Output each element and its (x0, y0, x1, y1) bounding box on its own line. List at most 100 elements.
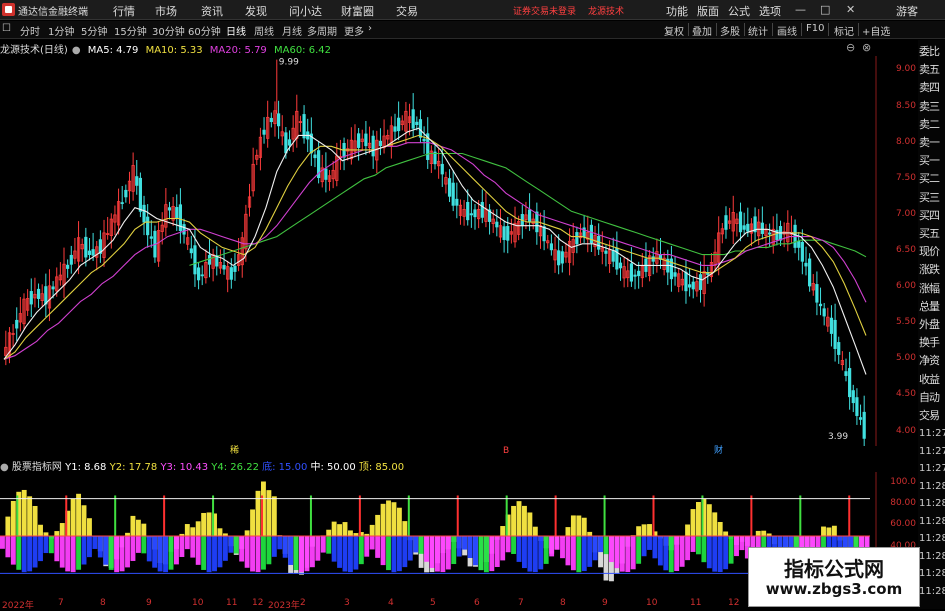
period-30min[interactable]: 30分钟 (152, 23, 185, 38)
y2-bar (832, 526, 837, 536)
y3-bar (76, 536, 81, 570)
y3-bar (92, 536, 97, 549)
finance-marker[interactable]: 财 (714, 443, 723, 456)
y3-bar (381, 536, 386, 565)
y2-bar (386, 500, 391, 536)
period-60min[interactable]: 60分钟 (188, 23, 221, 38)
chevron-right-icon[interactable]: › (368, 23, 372, 34)
mark-button[interactable]: 标记 (834, 23, 854, 38)
y3-bar (680, 536, 685, 567)
formula-button[interactable]: 公式 (728, 3, 750, 19)
y3-bar (701, 536, 706, 562)
y3-bar (370, 536, 375, 549)
y2-bar (402, 521, 407, 536)
y3-bar (125, 536, 130, 567)
candle-body (45, 287, 47, 304)
period-5min[interactable]: 5分钟 (81, 23, 107, 38)
y2-bar (647, 524, 652, 536)
candle-body (634, 275, 636, 276)
zoom-out-icon[interactable]: ⊖ (846, 41, 855, 54)
candle-body (139, 178, 141, 211)
period-monthly[interactable]: 月线 (282, 23, 302, 38)
minimize-icon[interactable]: — (795, 3, 806, 16)
maximize-icon[interactable]: □ (820, 3, 830, 16)
y3-bar (658, 536, 663, 565)
y3-bar (332, 536, 337, 562)
y2-bar (691, 509, 696, 536)
period-15min[interactable]: 15分钟 (114, 23, 147, 38)
y3-bar (315, 536, 320, 561)
y2-bar (201, 513, 206, 536)
candle-body (441, 164, 443, 174)
y3-bar (65, 536, 70, 571)
y3-bar (169, 536, 174, 570)
candlestick-chart[interactable]: 9.993.99 (0, 56, 878, 446)
candle-body (845, 372, 847, 376)
buy-marker[interactable]: B (503, 446, 509, 456)
candle-body (819, 304, 821, 306)
y3-bar (604, 536, 609, 554)
menu-discover[interactable]: 发现 (245, 3, 267, 19)
adjust-button[interactable]: 复权 (664, 23, 684, 38)
candle-body (543, 227, 545, 241)
y2-bar (642, 524, 647, 536)
menu-trade[interactable]: 交易 (396, 3, 418, 19)
menu-market[interactable]: 市场 (155, 3, 177, 19)
options-button[interactable]: 选项 (759, 3, 781, 19)
candle-body (223, 265, 225, 269)
trade-time: 11:27 (919, 428, 945, 439)
sidebar-item: 现价 (919, 243, 945, 259)
stats-button[interactable]: 统计 (748, 23, 768, 38)
y3-bar (343, 536, 348, 572)
y2-bar (27, 496, 32, 536)
guest-label[interactable]: 游客 (896, 3, 918, 19)
indicator-tick: 80.00 (880, 498, 916, 508)
function-button[interactable]: 功能 (666, 3, 688, 19)
sidebar-item[interactable]: 交易 (919, 407, 945, 423)
date-tick: 11 (226, 598, 237, 608)
y2-bar (22, 490, 27, 536)
candle-body (412, 110, 414, 129)
overlay-button[interactable]: 叠加 (692, 23, 712, 38)
sidebar-item: 卖一 (919, 134, 945, 150)
menu-wealth[interactable]: 财富圈 (341, 3, 374, 19)
candle-body (550, 244, 552, 250)
period-1min[interactable]: 1分钟 (48, 23, 74, 38)
y2-bar (218, 528, 223, 536)
event-marker[interactable]: 稀 (230, 443, 239, 456)
period-daily[interactable]: 日线 (226, 23, 246, 38)
y2-bar (38, 525, 43, 536)
sidebar-item: 委比 (919, 43, 945, 59)
multi-stock-button[interactable]: 多股 (720, 23, 740, 38)
settings-dot-icon[interactable]: ● (72, 45, 81, 56)
toolbar-back-icon[interactable]: ☐ (2, 23, 11, 34)
close-icon[interactable]: ✕ (846, 3, 855, 16)
close-chart-icon[interactable]: ⊗ (862, 41, 871, 54)
trade-time: 11:28 (919, 551, 945, 562)
layout-button[interactable]: 版面 (697, 3, 719, 19)
f10-button[interactable]: F10 (806, 23, 824, 34)
draw-line-button[interactable]: 画线 (777, 23, 797, 38)
y2-bar (33, 506, 38, 536)
date-tick: 7 (518, 598, 524, 608)
stock-title[interactable]: 龙源技术(日线) (0, 45, 68, 56)
login-warning[interactable]: 证券交易未登录 (513, 4, 576, 17)
y2-bar (190, 527, 195, 536)
sidebar-item[interactable]: 自动 (919, 389, 945, 405)
period-multi[interactable]: 多周期 (307, 23, 337, 38)
period-intraday[interactable]: 分时 (20, 23, 40, 38)
y2-bar (500, 526, 505, 536)
add-watchlist-button[interactable]: +自选 (862, 23, 890, 38)
candle-body (85, 237, 87, 257)
y3-bar (277, 536, 282, 549)
menu-market-quotes[interactable]: 行情 (113, 3, 135, 19)
candle-body (52, 287, 54, 289)
period-weekly[interactable]: 周线 (254, 23, 274, 38)
indicator-chart[interactable] (0, 472, 878, 600)
menu-ask[interactable]: 问小达 (289, 3, 322, 19)
period-more[interactable]: 更多 (344, 23, 364, 38)
y2-bar (136, 520, 141, 536)
menu-news[interactable]: 资讯 (201, 3, 223, 19)
date-tick: 12 (728, 598, 739, 608)
y3-bar (266, 536, 271, 564)
